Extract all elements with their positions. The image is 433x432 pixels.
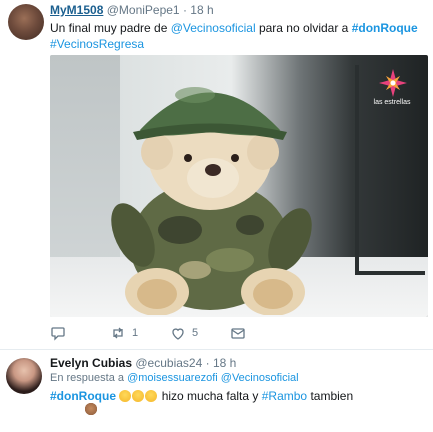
logo-text: las estrellas — [373, 99, 411, 106]
avatar[interactable] — [6, 358, 42, 394]
reply-prefix: En respuesta a — [50, 372, 128, 384]
retweet-count: 1 — [132, 327, 139, 339]
tweet[interactable]: Evelyn Cubias @ecubias24 · 18 h En respu… — [0, 350, 433, 432]
like-count: 5 — [192, 327, 199, 339]
display-name[interactable]: Evelyn Cubias — [50, 356, 132, 370]
hashtag-link[interactable]: #donRoque — [50, 389, 116, 403]
timestamp[interactable]: 18 h — [213, 356, 236, 370]
sad-face-emoji — [145, 390, 158, 402]
tweet-text: #donRoque hizo mucha falta y #Rambo tamb… — [50, 388, 430, 415]
bear-face-emoji — [85, 403, 97, 415]
tweet[interactable]: MyM1508 @MoniPepe1 · 18 h Un final muy p… — [0, 0, 433, 350]
separator-dot: · — [182, 3, 187, 17]
tweet-text: Un final muy padre de @Vecinosoficial pa… — [50, 20, 428, 52]
tweet-actions: 1 5 — [50, 324, 310, 344]
retweet-icon — [113, 327, 123, 339]
text-segment: hizo mucha falta y — [161, 389, 262, 403]
mention-link[interactable]: @moisessuarezofi — [127, 372, 218, 384]
user-handle[interactable]: @ecubias24 — [135, 356, 202, 370]
sad-face-emoji — [119, 390, 132, 402]
sad-face-emoji — [132, 390, 145, 402]
message-button[interactable] — [230, 324, 246, 342]
text-segment: Un final muy padre de — [50, 21, 171, 35]
reply-icon — [51, 327, 65, 341]
hashtag-link[interactable]: #Rambo — [262, 389, 307, 403]
tweet-media-image[interactable]: las estrellas — [50, 55, 428, 317]
reply-context: En respuesta a @moisessuarezofi @Vecinos… — [50, 372, 299, 384]
user-handle[interactable]: @MoniPepe1 — [107, 3, 180, 17]
retweet-button[interactable]: 1 — [110, 324, 138, 342]
like-icon — [172, 328, 184, 340]
mention-link[interactable]: @Vecinosoficial — [171, 21, 256, 35]
message-icon — [231, 328, 245, 339]
hashtag-link[interactable]: #VecinosRegresa — [50, 37, 144, 51]
tweet-header: MyM1508 @MoniPepe1 · 18 h — [50, 3, 214, 17]
teddy-bear-illustration — [111, 87, 312, 315]
reply-button[interactable] — [50, 324, 72, 342]
display-name[interactable]: MyM1508 — [50, 3, 103, 17]
text-segment: tambien — [307, 389, 354, 403]
mention-link[interactable]: @Vecinosoficial — [221, 372, 299, 384]
text-segment: para no olvidar a — [255, 21, 352, 35]
hashtag-link[interactable]: #donRoque — [352, 21, 418, 35]
like-button[interactable]: 5 — [170, 324, 198, 342]
separator-dot: · — [205, 356, 210, 370]
tweet-header: Evelyn Cubias @ecubias24 · 18 h — [50, 356, 236, 370]
timestamp[interactable]: 18 h — [190, 3, 213, 17]
avatar[interactable] — [8, 4, 44, 40]
